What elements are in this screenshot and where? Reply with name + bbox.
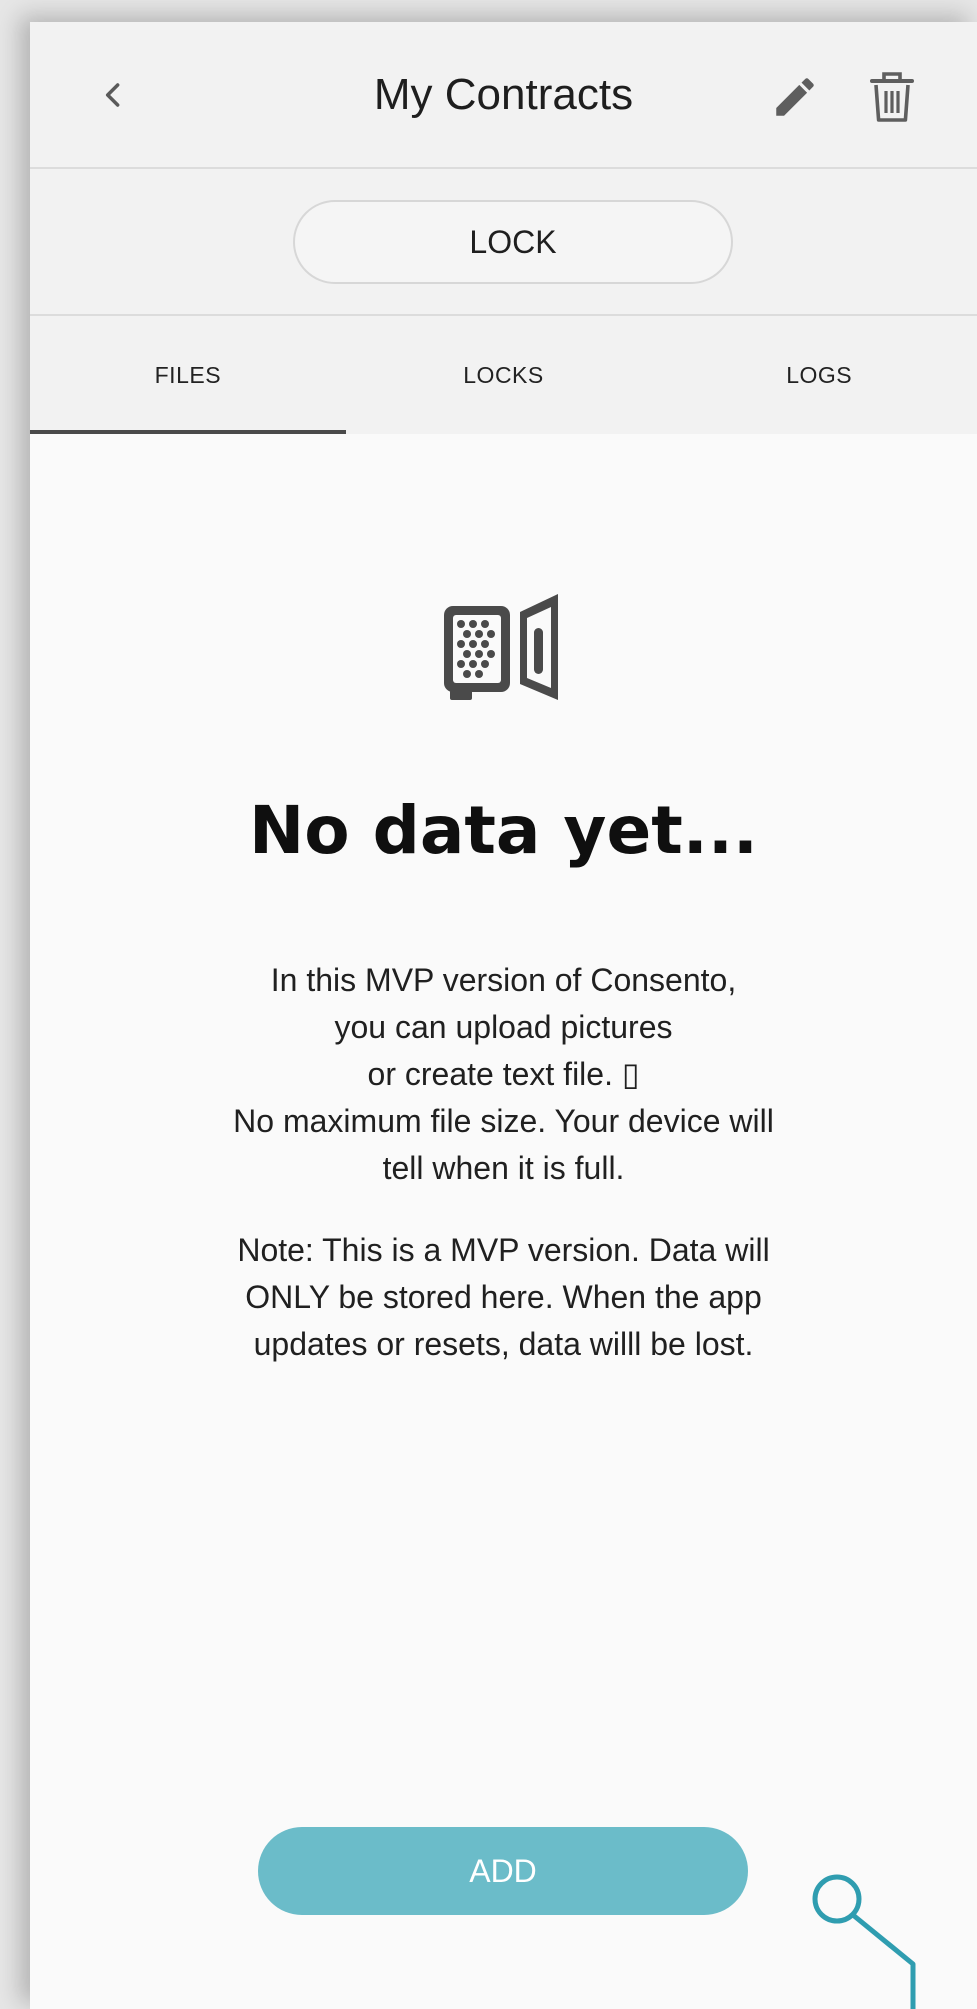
edit-button[interactable] [764,66,826,128]
page-title: My Contracts [373,70,634,119]
pencil-icon [776,78,814,116]
note-line: Note: This is a MVP version. Data will [237,1232,770,1268]
tab-files[interactable]: FILES [30,316,346,434]
lock-bar: LOCK [30,169,977,316]
description-line: you can upload pictures [334,1009,673,1045]
app-header: My Contracts [30,22,977,169]
description-line: or create text file. ▯ [367,1056,640,1092]
empty-state-description: In this MVP version of Consento, you can… [130,957,877,1192]
add-button[interactable]: ADD [258,1827,748,1915]
empty-state-note: Note: This is a MVP version. Data will O… [130,1227,877,1368]
tab-bar: FILES LOCKS LOGS [30,316,977,434]
note-line: updates or resets, data willl be lost. [253,1326,754,1362]
tab-locks[interactable]: LOCKS [346,316,662,434]
touch-pointer-icon [812,1874,916,2009]
description-line: In this MVP version of Consento, [270,962,737,998]
empty-state-title: No data yet... [249,792,758,869]
back-button[interactable] [85,67,141,123]
chevron-left-icon [105,83,120,107]
trash-icon [870,72,914,122]
tab-logs[interactable]: LOGS [661,316,977,434]
delete-button[interactable] [861,66,923,128]
description-line: tell when it is full. [382,1150,625,1186]
vault-safe-icon [444,594,558,700]
note-line: ONLY be stored here. When the app [245,1279,762,1315]
description-line: No maximum file size. Your device will [233,1103,774,1139]
lock-button[interactable]: LOCK [293,200,733,284]
app-screen: My Contracts LOCK FILES LOCKS LOGS No da… [30,22,977,2009]
